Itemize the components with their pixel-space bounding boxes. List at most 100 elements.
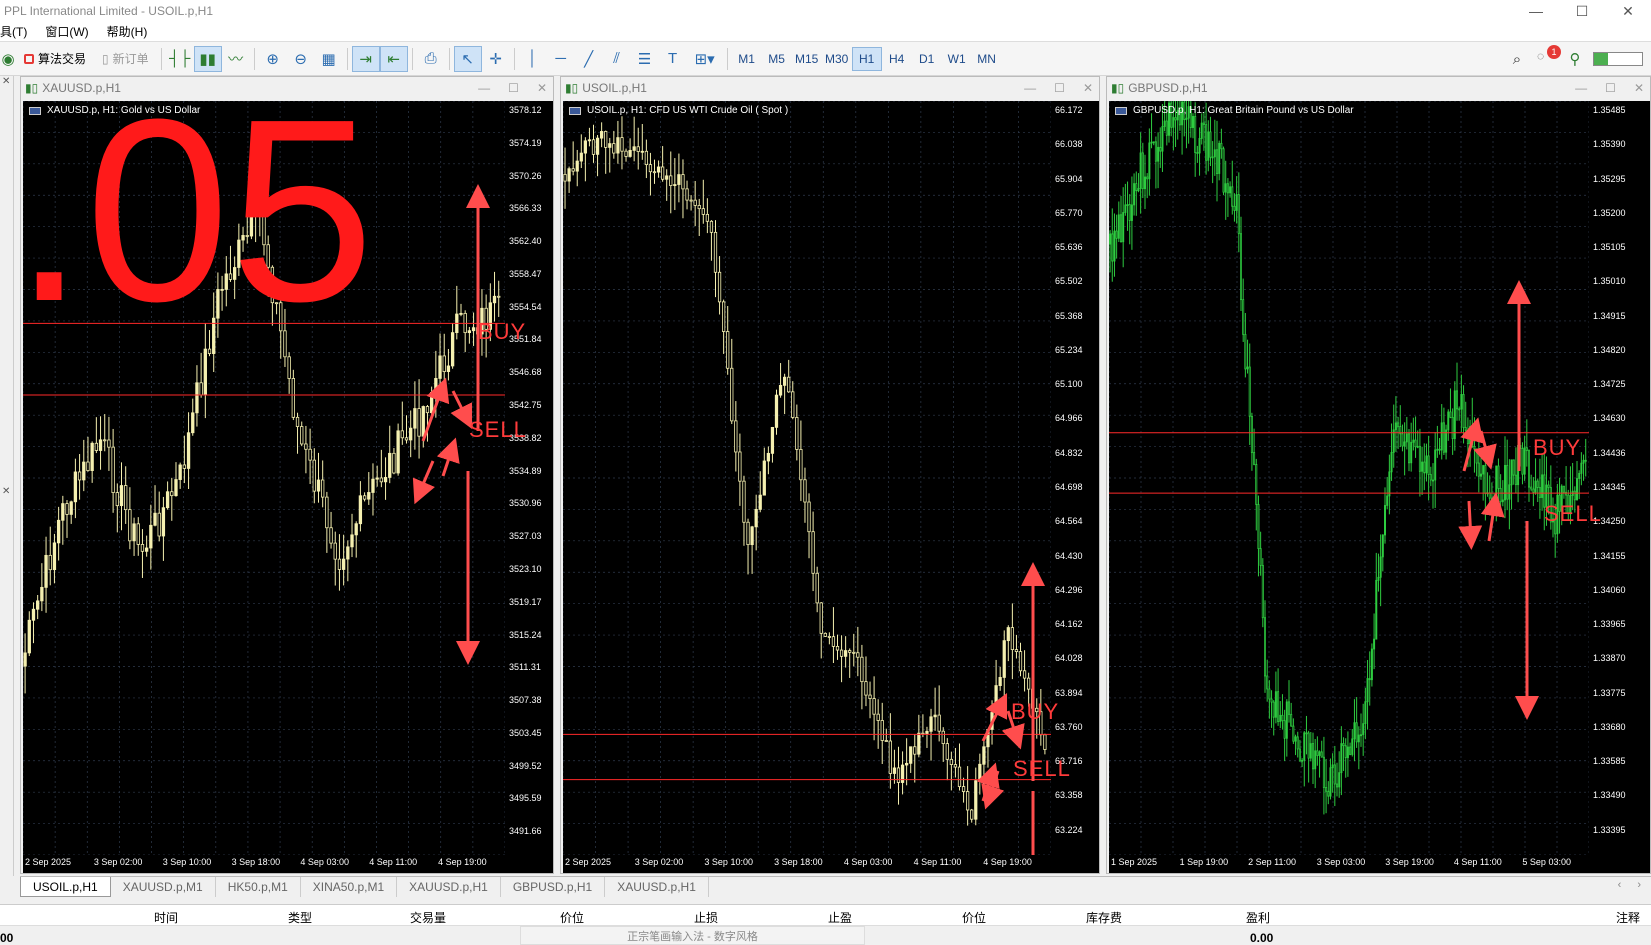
cursor-icon[interactable]: ↖ [453,45,482,72]
timeframe-h1[interactable]: H1 [851,46,882,71]
candle-body [1451,417,1454,440]
timeframe-m1[interactable]: M1 [732,47,762,71]
timeframe-d1[interactable]: D1 [912,47,942,71]
shapes-icon[interactable]: ⊞▾ [687,46,723,72]
channel-icon[interactable]: ⫽ [603,46,631,72]
text-icon[interactable]: T [659,46,687,72]
tab-xauusd-m1[interactable]: XAUUSD.p,M1 [111,877,216,897]
candle-body [1340,743,1343,774]
menu-window[interactable]: 窗口(W) [39,23,100,40]
vertical-line-icon[interactable]: │ [519,46,547,72]
price-plot[interactable] [1109,101,1589,855]
column-comment[interactable]: 注释 [1616,909,1640,926]
maximize-button[interactable]: ☐ [1605,81,1616,95]
timeframe-m15[interactable]: M15 [792,47,822,71]
separator [726,47,728,70]
tab-xauusd-h1-2[interactable]: XAUUSD.p,H1 [605,877,709,897]
candle-body [371,478,375,493]
candle-body [1394,422,1397,431]
chart-window-gbp[interactable]: ▮▯ GBPUSD.p,H1 — ☐ ✕ GBPUSD.p, H1: Great… [1106,76,1651,874]
close-button[interactable]: ✕ [537,81,547,95]
candle-body [1429,474,1432,481]
time-axis[interactable]: 2 Sep 2025 3 Sep 02:00 3 Sep 10:00 3 Sep 18… [563,855,1051,871]
chart-canvas[interactable]: USOIL.p, H1: CFD US WTI Crude Oil ( Spot… [563,101,1099,873]
column-type[interactable]: 类型 [288,909,312,926]
screenshot-icon[interactable]: ⎙ [417,46,445,72]
maximize-button[interactable]: ☐ [1054,81,1065,95]
minimize-button[interactable]: — [1024,81,1036,95]
timeframe-w1[interactable]: W1 [942,47,972,71]
price-axis[interactable]: 1.35485 1.35390 1.35295 1.35200 1.35105 1.350… [1589,101,1641,855]
column-profit[interactable]: 盈利 [1246,909,1270,926]
candle-body [1292,725,1295,742]
tab-hk50-m1[interactable]: HK50.p,M1 [216,877,301,897]
search-icon[interactable]: ⌕ [1507,46,1527,72]
column-stop-loss[interactable]: 止损 [694,909,718,926]
column-volume[interactable]: 交易量 [410,909,446,926]
candle-body [1346,746,1349,759]
close-button[interactable]: ✕ [1605,0,1651,22]
candle-body [1165,120,1168,136]
candle-body [1397,422,1400,427]
close-icon[interactable]: ✕ [2,486,10,497]
close-button[interactable]: ✕ [1083,81,1093,95]
time-axis[interactable]: 2 Sep 2025 3 Sep 02:00 3 Sep 10:00 3 Sep 18… [23,855,505,871]
column-swap[interactable]: 库存费 [1086,909,1122,926]
column-take-profit[interactable]: 止盈 [828,909,852,926]
column-time[interactable]: 时间 [154,909,178,926]
minimize-button[interactable]: — [1575,81,1587,95]
chart-window-oil[interactable]: ▮▯ USOIL.p,H1 — ☐ ✕ USOIL.p, H1: CFD US … [560,76,1100,874]
timeframe-mn[interactable]: MN [972,47,1002,71]
chart-window-title[interactable]: ▮▯ USOIL.p,H1 — ☐ ✕ [561,77,1099,99]
candle-body [1423,461,1426,474]
notifications-button[interactable]: ◌ 1 [1537,45,1561,69]
timeframe-m5[interactable]: M5 [762,47,792,71]
minimize-button[interactable]: — [478,81,490,95]
time-axis[interactable]: 1 Sep 2025 1 Sep 19:00 2 Sep 11:00 3 Sep 03… [1109,855,1589,871]
candle-body [1510,459,1513,486]
candle-body [1152,141,1155,144]
close-button[interactable]: ✕ [1634,81,1644,95]
candle-body [350,534,354,548]
price-plot[interactable] [563,101,1051,855]
chart-window-xau[interactable]: ▮▯ XAUUSD.p,H1 — ☐ ✕ XAUUSD.p, H1: Gold … [13,76,554,874]
price-axis[interactable]: 3578.12 3574.19 3570.26 3566.33 3562.40 3558.… [505,101,557,855]
trendline-icon[interactable]: ╱ [575,46,603,72]
tab-xina50-m1[interactable]: XINA50.p,M1 [301,877,398,897]
chevron-left-icon[interactable]: ‹ [1618,879,1622,891]
price-tick: 63.358 [1055,790,1083,801]
candle-body [492,295,497,304]
candle-body [563,173,567,182]
chart-canvas[interactable]: GBPUSD.p, H1: Great Britain Pound vs US … [1109,101,1650,873]
chart-shift-icon[interactable]: ⇤ [379,45,408,72]
tab-gbpusd-h1[interactable]: GBPUSD.p,H1 [501,877,606,897]
price-axis[interactable]: 66.172 66.038 65.904 65.770 65.636 65.502 65.3… [1051,101,1103,855]
timeframe-h4[interactable]: H4 [882,47,912,71]
candle-body [1401,433,1404,447]
minimize-button[interactable]: — [1513,0,1559,22]
crosshair-icon[interactable]: ✛ [482,46,510,72]
candle-body [1294,736,1297,742]
column-current-price[interactable]: 价位 [962,909,986,926]
candle-body [941,730,945,745]
close-icon[interactable]: ✕ [2,76,10,87]
menu-tools[interactable]: 具(T) [0,23,39,40]
menu-help[interactable]: 帮助(H) [101,23,160,40]
candle-body [1514,474,1517,486]
tab-usoil-h1[interactable]: USOIL.p,H1 [20,877,111,897]
maximize-button[interactable]: ☐ [1559,0,1605,22]
candle-body [358,495,363,525]
column-price[interactable]: 价位 [560,909,584,926]
timeframe-m30[interactable]: M30 [822,47,852,71]
price-tick: 3527.03 [509,531,542,542]
chart-canvas[interactable]: XAUUSD.p, H1: Gold vs US Dollar 3578.12 35… [13,81,553,873]
price-tick: 65.502 [1055,276,1083,287]
tab-xauusd-h1[interactable]: XAUUSD.p,H1 [397,877,501,897]
chevron-right-icon[interactable]: › [1637,879,1641,891]
horizontal-line-icon[interactable]: ─ [547,46,575,72]
candle-body [73,471,78,503]
maximize-button[interactable]: ☐ [508,81,519,95]
fibonacci-icon[interactable]: ☰ [631,46,659,72]
candle-body [1390,451,1393,473]
chart-window-title[interactable]: ▮▯ GBPUSD.p,H1 — ☐ ✕ [1107,77,1650,99]
